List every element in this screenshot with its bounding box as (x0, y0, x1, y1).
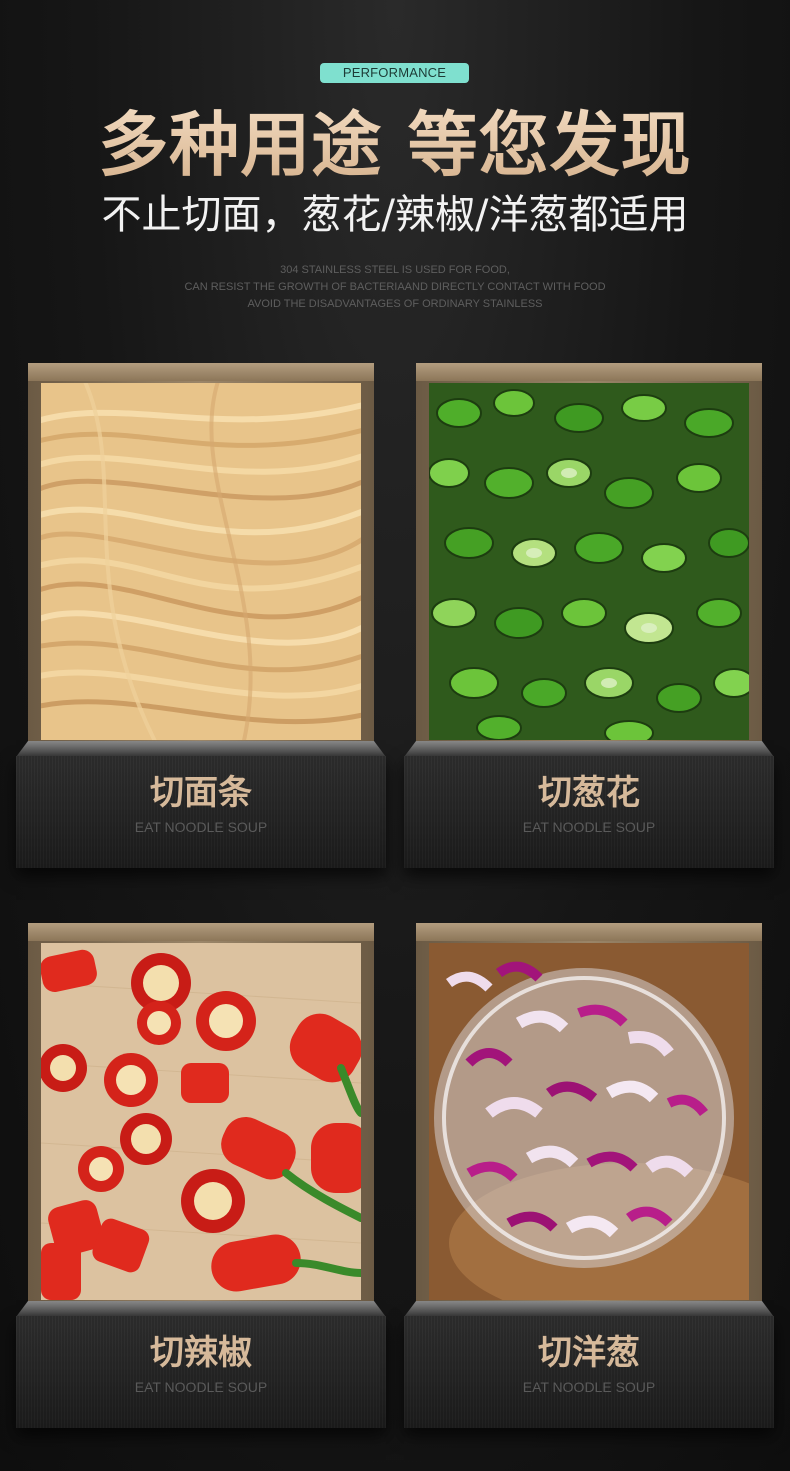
card-ledge (16, 741, 386, 757)
card-frame-top (28, 363, 374, 381)
performance-badge: PERFORMANCE (320, 63, 469, 83)
page-subtitle: 不止切面，葱花/辣椒/洋葱都适用 (101, 192, 689, 238)
card-scallions: 切葱花 EAT NOODLE SOUP (404, 363, 774, 873)
chili-photo (41, 943, 361, 1300)
card-subtitle: EAT NOODLE SOUP (134, 1379, 268, 1395)
card-title: 切葱花 (538, 773, 640, 813)
card-subtitle: EAT NOODLE SOUP (522, 819, 656, 835)
description: 304 STAINLESS STEEL IS USED FOR FOOD, CA… (0, 262, 790, 313)
card-subtitle: EAT NOODLE SOUP (134, 819, 268, 835)
card-chili: 切辣椒 EAT NOODLE SOUP (16, 923, 386, 1433)
card-subtitle: EAT NOODLE SOUP (522, 1379, 656, 1395)
card-noodles: 切面条 EAT NOODLE SOUP (16, 363, 386, 873)
card-frame-top (416, 923, 762, 941)
card-onion: 切洋葱 EAT NOODLE SOUP (404, 923, 774, 1433)
card-ledge (16, 1301, 386, 1317)
description-line: CAN RESIST THE GROWTH OF BACTERIAAND DIR… (184, 281, 606, 293)
onion-photo (429, 943, 749, 1300)
description-line: 304 STAINLESS STEEL IS USED FOR FOOD, (280, 264, 510, 276)
scallions-photo (429, 383, 749, 740)
card-title: 切面条 (150, 773, 252, 813)
card-ledge (404, 741, 774, 757)
card-title: 切辣椒 (150, 1333, 252, 1373)
page-title: 多种用途 等您发现 (0, 100, 790, 190)
noodles-photo (41, 383, 361, 740)
card-frame-top (416, 363, 762, 381)
card-frame-top (28, 923, 374, 941)
description-line: AVOID THE DISADVANTAGES OF ORDINARY STAI… (247, 298, 543, 310)
card-ledge (404, 1301, 774, 1317)
card-title: 切洋葱 (538, 1333, 640, 1373)
